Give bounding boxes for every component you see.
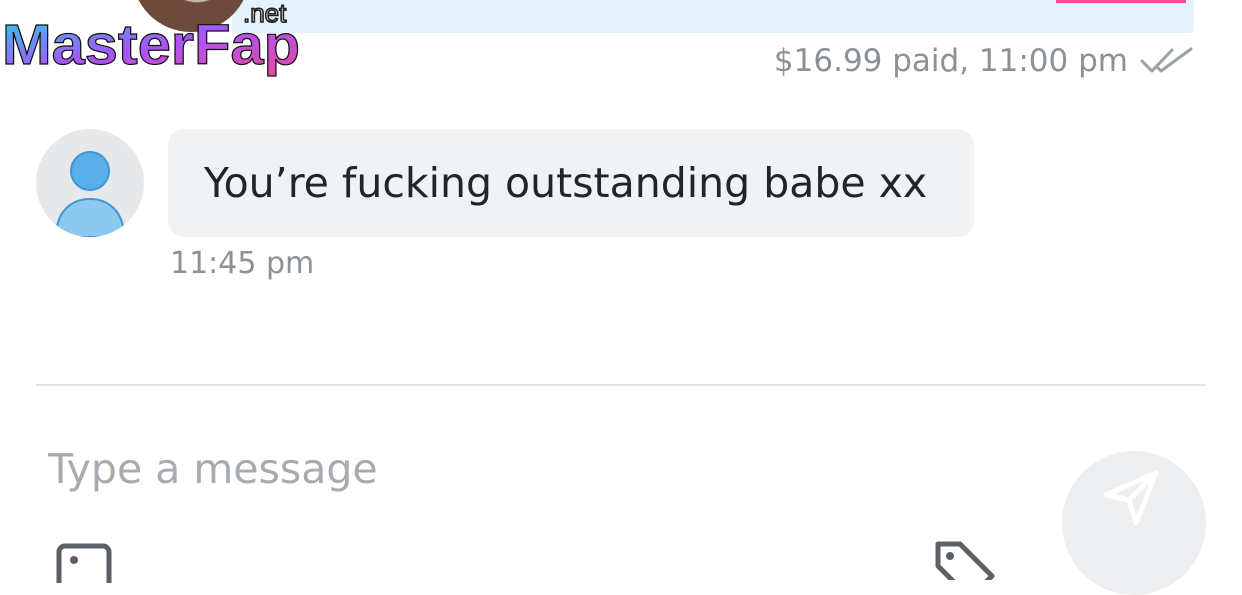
image-icon[interactable] xyxy=(56,543,112,583)
watermark-logo: .net MasterFap xyxy=(1,0,300,78)
received-message-text: You’re fucking outstanding babe xx xyxy=(204,159,928,207)
received-message-time: 11:45 pm xyxy=(170,246,315,281)
composer-divider xyxy=(36,384,1206,386)
recipient-avatar[interactable] xyxy=(36,129,144,237)
tag-icon[interactable] xyxy=(934,540,996,580)
accent-bar xyxy=(1056,0,1186,3)
sent-message-bubble xyxy=(232,0,1194,33)
sent-message-meta-text: $16.99 paid, 11:00 pm xyxy=(773,43,1128,79)
sent-message-meta: $16.99 paid, 11:00 pm xyxy=(774,40,1194,82)
message-input[interactable] xyxy=(48,438,948,500)
send-icon xyxy=(1103,470,1159,526)
received-message-bubble: You’re fucking outstanding babe xx xyxy=(168,129,974,237)
double-check-icon xyxy=(1140,47,1193,73)
watermark-brand: MasterFap xyxy=(2,13,300,77)
user-icon xyxy=(54,151,126,237)
send-button[interactable] xyxy=(1062,451,1206,595)
